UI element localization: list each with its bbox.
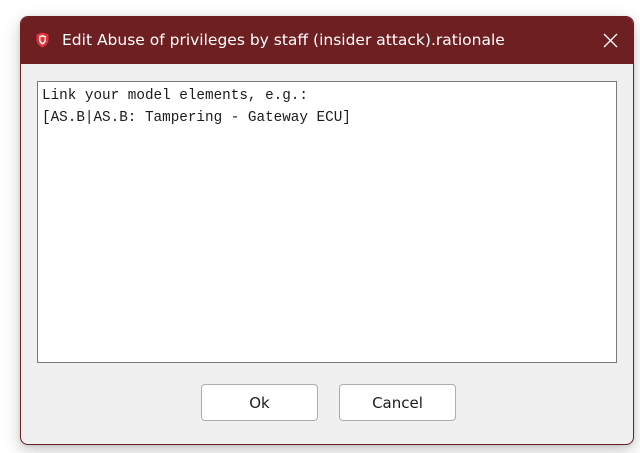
- cancel-button[interactable]: Cancel: [339, 384, 456, 421]
- screen: Edit Abuse of privileges by staff (insid…: [0, 0, 640, 453]
- shield-icon: [36, 32, 49, 48]
- editor-line-1: Link your model elements, e.g.:: [42, 88, 308, 104]
- editor-line-2: [AS.B|AS.B: Tampering - Gateway ECU]: [42, 110, 351, 126]
- ok-button[interactable]: Ok: [201, 384, 318, 421]
- close-button[interactable]: [587, 17, 633, 64]
- dialog-title: Edit Abuse of privileges by staff (insid…: [62, 31, 505, 49]
- edit-rationale-dialog: Edit Abuse of privileges by staff (insid…: [20, 16, 634, 445]
- close-icon: [603, 33, 617, 48]
- rationale-text-editor[interactable]: Link your model elements, e.g.: [AS.B|AS.…: [37, 81, 617, 363]
- title-bar[interactable]: Edit Abuse of privileges by staff (insid…: [21, 17, 633, 64]
